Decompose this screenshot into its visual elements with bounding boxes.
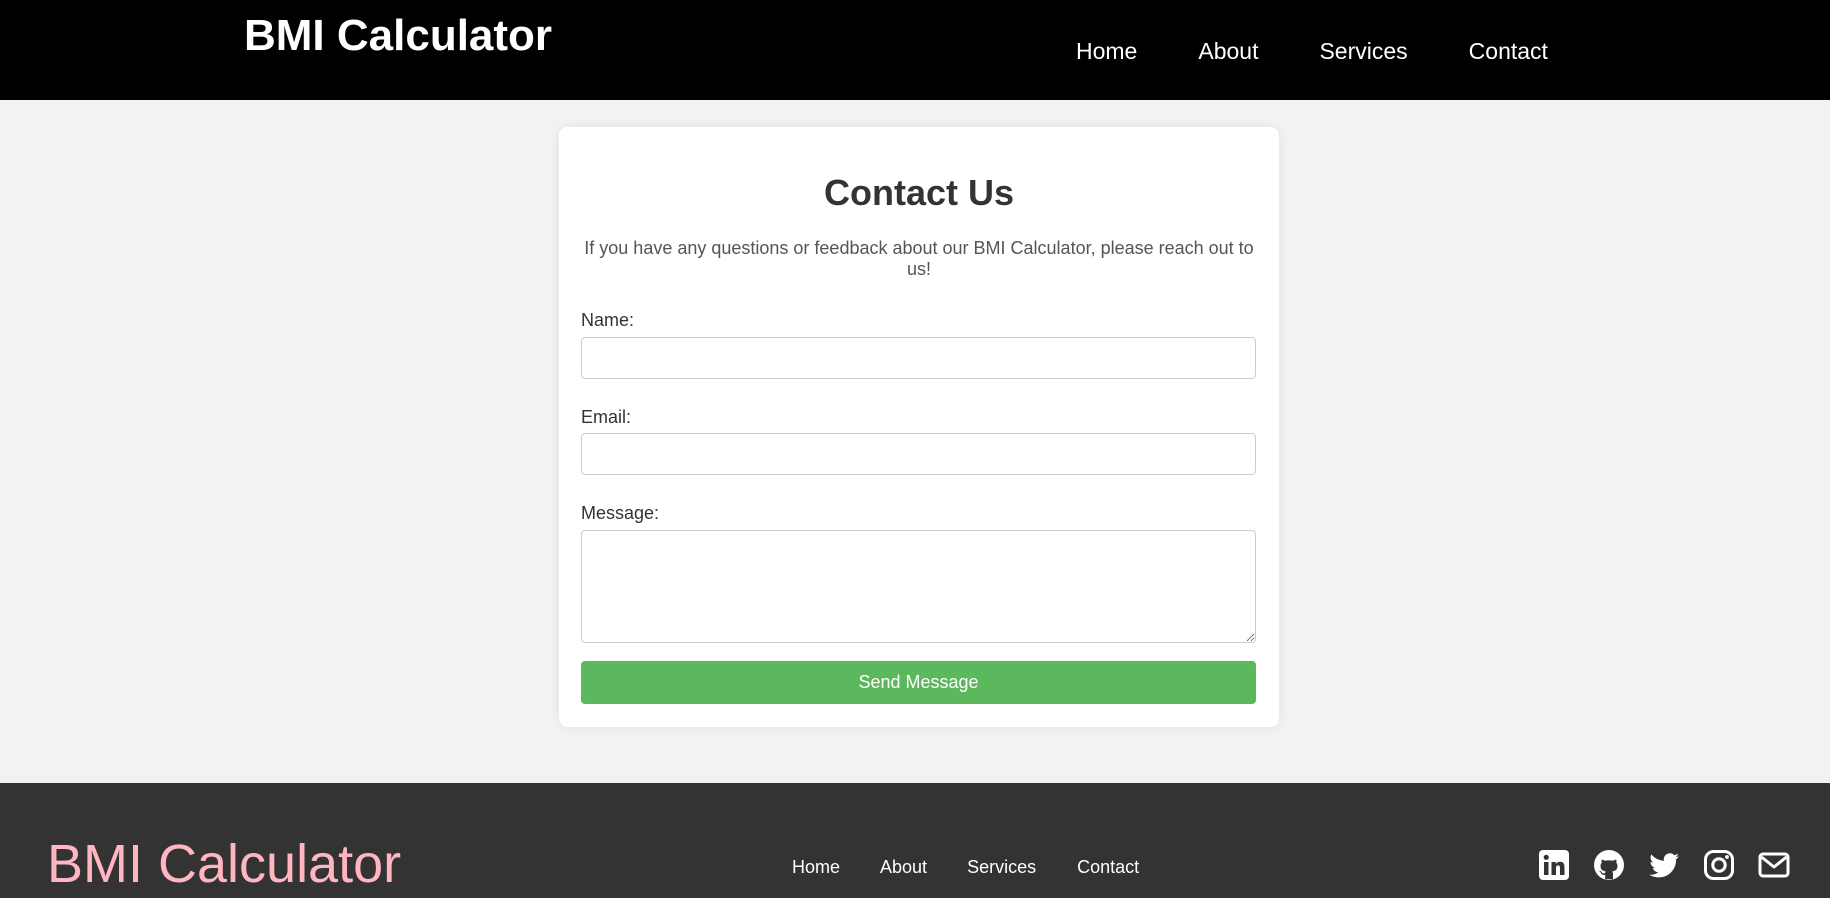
name-label: Name: <box>581 310 635 330</box>
contact-intro: If you have any questions or feedback ab… <box>584 238 1254 279</box>
footer-link-contact[interactable]: Contact <box>1077 856 1139 878</box>
social-links <box>1538 849 1790 881</box>
instagram-icon[interactable] <box>1703 849 1735 881</box>
site-title: BMI Calculator <box>244 11 553 60</box>
nav-link-contact[interactable]: Contact <box>1469 36 1548 66</box>
footer-link-home[interactable]: Home <box>792 856 840 878</box>
footer-title: BMI Calculator <box>47 834 402 894</box>
footer-link-about[interactable]: About <box>880 856 927 878</box>
message-textarea[interactable] <box>581 530 1256 643</box>
send-message-button[interactable]: Send Message <box>581 661 1256 704</box>
contact-card: Contact Us If you have any questions or … <box>559 127 1279 727</box>
email-label: Email: <box>581 407 632 427</box>
message-label: Message: <box>581 503 660 523</box>
github-icon[interactable] <box>1593 849 1625 881</box>
contact-heading: Contact Us <box>823 172 1015 213</box>
top-nav: Home About Services Contact <box>1076 36 1548 66</box>
footer-nav: Home About Services Contact <box>792 856 1139 878</box>
site-footer: BMI Calculator Home About Services Conta… <box>0 783 1830 898</box>
nav-link-services[interactable]: Services <box>1319 36 1407 66</box>
nav-link-about[interactable]: About <box>1198 36 1258 66</box>
twitter-icon[interactable] <box>1648 849 1680 881</box>
name-input[interactable] <box>581 337 1256 379</box>
linkedin-icon[interactable] <box>1538 849 1570 881</box>
email-input[interactable] <box>581 433 1256 475</box>
mail-icon[interactable] <box>1758 849 1790 881</box>
footer-link-services[interactable]: Services <box>967 856 1036 878</box>
site-header: BMI Calculator Home About Services Conta… <box>0 0 1830 100</box>
nav-link-home[interactable]: Home <box>1076 36 1137 66</box>
